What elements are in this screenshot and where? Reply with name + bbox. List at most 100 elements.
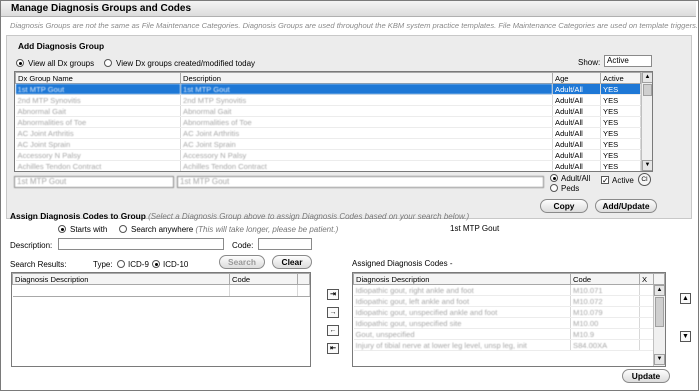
dx-group-name-cell: AC Joint Sprain: [15, 138, 181, 150]
age-peds-radio[interactable]: [550, 184, 558, 192]
table-row[interactable]: Abnormal Gait Abnormal Gait Adult/All YE…: [15, 105, 652, 117]
scroll-up-icon[interactable]: ▲: [642, 72, 652, 83]
age-peds-label: Peds: [561, 184, 580, 193]
assigned-description-cell: Idiopathic gout, left ankle and foot: [353, 295, 571, 307]
table-row[interactable]: 1st MTP Gout 1st MTP Gout Adult/All YES: [15, 83, 652, 95]
dx-group-age-cell: Adult/All: [552, 116, 601, 128]
scroll-down-icon[interactable]: ▼: [642, 160, 652, 171]
description-label: Description:: [10, 241, 53, 250]
col-description[interactable]: Description: [180, 72, 553, 84]
dx-group-name-cell: Achilles Tendon Contract: [15, 160, 181, 171]
assigned-description-cell: Idiopathic gout, unspecified ankle and f…: [353, 306, 571, 318]
dx-group-scrollbar[interactable]: ▲ ▼: [641, 72, 652, 171]
add-update-button[interactable]: Add/Update: [595, 199, 657, 213]
dx-group-description-cell: Abnormalities of Toe: [180, 116, 553, 128]
right-arrow-icon[interactable]: →: [327, 307, 339, 318]
dx-group-age-cell: Adult/All: [552, 105, 601, 117]
search-anywhere-radio[interactable]: [119, 225, 127, 233]
dx-group-age-cell: Adult/All: [552, 127, 601, 139]
dx-group-active-cell: YES: [600, 105, 641, 117]
dx-group-description-cell: Accessory N Palsy: [180, 149, 553, 161]
dx-group-name-cell: 2nd MTP Synovitis: [15, 94, 181, 106]
col-results-code[interactable]: Code: [229, 273, 298, 285]
double-left-arrow-icon[interactable]: ⇤: [327, 343, 339, 354]
age-adult-label: Adult/All: [561, 174, 591, 183]
scroll-down-icon[interactable]: ▼: [654, 354, 665, 365]
table-row[interactable]: Gout, unspecified M10.9: [353, 328, 665, 340]
dx-group-grid: Dx Group Name Description Age Active 1st…: [14, 71, 653, 172]
icd9-label: ICD-9: [128, 260, 149, 269]
assigned-code-cell: M10.072: [570, 295, 640, 307]
double-right-arrow-icon[interactable]: ⇥: [327, 289, 339, 300]
clear-button[interactable]: Clear: [272, 255, 312, 269]
table-row[interactable]: Idiopathic gout, unspecified site M10.00: [353, 317, 665, 329]
show-filter-input[interactable]: Active: [604, 55, 652, 67]
assigned-codes-label: Assigned Diagnosis Codes -: [352, 259, 453, 268]
clear-icon[interactable]: Cl: [638, 173, 651, 186]
assigned-code-cell: S84.00XA: [570, 339, 640, 351]
active-checkbox[interactable]: ✓: [601, 176, 609, 185]
dx-group-name-input[interactable]: 1st MTP Gout: [14, 176, 174, 188]
table-row[interactable]: Injury of tibial nerve at lower leg leve…: [353, 339, 665, 351]
description-search-input[interactable]: [58, 238, 224, 250]
table-row[interactable]: Idiopathic gout, left ankle and foot M10…: [353, 295, 665, 307]
title-bar: Manage Diagnosis Groups and Codes: [1, 1, 696, 17]
search-button[interactable]: Search: [219, 255, 265, 269]
copy-button[interactable]: Copy: [540, 199, 588, 213]
assign-heading-row: Assign Diagnosis Codes to Group (Select …: [10, 211, 469, 221]
col-dx-group-name[interactable]: Dx Group Name: [15, 72, 181, 84]
window-subtitle: Diagnosis Groups are not the same as Fil…: [10, 21, 699, 30]
search-anywhere-hint: (This will take longer, please be patien…: [195, 225, 339, 234]
dx-group-description-input[interactable]: 1st MTP Gout: [177, 176, 544, 188]
assigned-description-cell: Gout, unspecified: [353, 328, 571, 340]
assigned-scrollbar[interactable]: ▲ ▼: [653, 285, 665, 366]
dx-group-active-cell: YES: [600, 94, 641, 106]
col-assigned-description[interactable]: Diagnosis Description: [353, 273, 571, 285]
col-active[interactable]: Active: [600, 72, 641, 84]
type-label: Type:: [93, 260, 113, 269]
dx-group-active-cell: YES: [600, 160, 641, 171]
assigned-description-cell: Injury of tibial nerve at lower leg leve…: [353, 339, 571, 351]
table-row[interactable]: Idiopathic gout, right ankle and foot M1…: [353, 284, 665, 296]
starts-with-label: Starts with: [70, 225, 108, 234]
dx-group-name-cell: Accessory N Palsy: [15, 149, 181, 161]
up-arrow-icon[interactable]: ▲: [680, 293, 691, 304]
dx-group-active-cell: YES: [600, 116, 641, 128]
down-arrow-icon[interactable]: ▼: [680, 331, 691, 342]
table-row[interactable]: Abnormalities of Toe Abnormalities of To…: [15, 116, 652, 128]
assigned-description-cell: Idiopathic gout, right ankle and foot: [353, 284, 571, 296]
scroll-thumb[interactable]: [643, 84, 652, 96]
scroll-thumb[interactable]: [655, 297, 664, 327]
col-age[interactable]: Age: [552, 72, 601, 84]
table-row[interactable]: 2nd MTP Synovitis 2nd MTP Synovitis Adul…: [15, 94, 652, 106]
dx-group-description-cell: 1st MTP Gout: [180, 83, 553, 95]
dx-group-description-cell: Achilles Tendon Contract: [180, 160, 553, 171]
dx-group-name-cell: Abnormalities of Toe: [15, 116, 181, 128]
table-row[interactable]: Idiopathic gout, unspecified ankle and f…: [353, 306, 665, 318]
icd9-radio[interactable]: [117, 260, 125, 268]
table-row[interactable]: [12, 284, 310, 297]
scroll-up-icon[interactable]: ▲: [654, 285, 665, 296]
age-adult-radio[interactable]: [550, 174, 558, 182]
table-row[interactable]: Achilles Tendon Contract Achilles Tendon…: [15, 160, 652, 171]
view-all-label: View all Dx groups: [28, 59, 95, 68]
update-button[interactable]: Update: [622, 369, 670, 383]
table-row[interactable]: Accessory N Palsy Accessory N Palsy Adul…: [15, 149, 652, 161]
code-search-input[interactable]: [258, 238, 312, 250]
icd10-radio[interactable]: [152, 260, 160, 268]
view-today-radio[interactable]: [104, 59, 112, 67]
starts-with-radio[interactable]: [58, 225, 66, 233]
view-all-radio[interactable]: [16, 59, 24, 67]
table-row[interactable]: AC Joint Sprain AC Joint Sprain Adult/Al…: [15, 138, 652, 150]
assigned-code-cell: M10.071: [570, 284, 640, 296]
dx-group-age-cell: Adult/All: [552, 160, 601, 171]
search-anywhere-row: Search anywhere (This will take longer, …: [131, 225, 338, 234]
active-label: Active: [612, 176, 634, 185]
col-assigned-code[interactable]: Code: [570, 273, 640, 285]
left-arrow-icon[interactable]: ←: [327, 325, 339, 336]
col-results-description[interactable]: Diagnosis Description: [12, 273, 230, 285]
table-row[interactable]: AC Joint Arthritis AC Joint Arthritis Ad…: [15, 127, 652, 139]
col-assigned-remove[interactable]: X: [639, 273, 654, 285]
selected-group-label: 1st MTP Gout: [450, 224, 500, 233]
dx-group-active-cell: YES: [600, 83, 641, 95]
